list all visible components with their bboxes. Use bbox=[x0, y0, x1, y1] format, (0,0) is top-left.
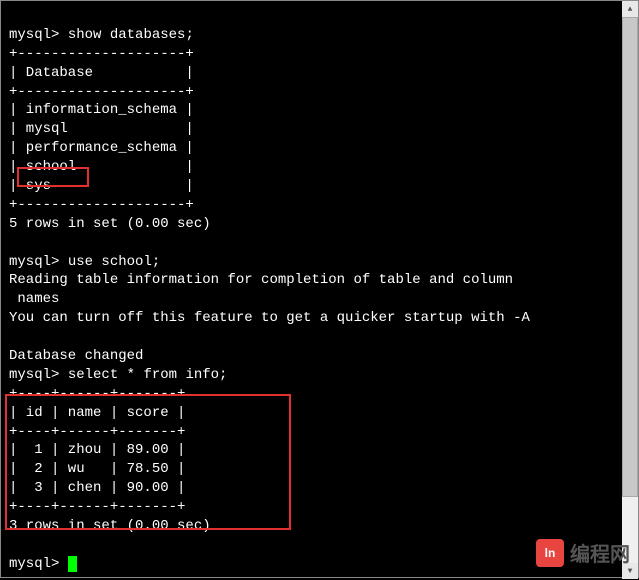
watermark-text: 编程网 bbox=[570, 538, 630, 567]
prompt: mysql> bbox=[9, 254, 59, 270]
table-sep: +----+------+-------+ bbox=[9, 499, 185, 515]
table-row: | 1 | zhou | 89.00 | bbox=[9, 442, 185, 458]
table-sep: +----+------+-------+ bbox=[9, 424, 185, 440]
prompt: mysql> bbox=[9, 556, 59, 572]
db-row: | information_schema | bbox=[9, 102, 194, 118]
table-sep: +--------------------+ bbox=[9, 46, 194, 62]
prompt: mysql> bbox=[9, 367, 59, 383]
scrollbar-thumb[interactable] bbox=[622, 17, 638, 497]
db-row: | performance_schema | bbox=[9, 140, 194, 156]
status-msg: Database changed bbox=[9, 348, 143, 364]
table-sep: +--------------------+ bbox=[9, 197, 194, 213]
status-msg: You can turn off this feature to get a q… bbox=[9, 310, 530, 326]
table-row: | 2 | wu | 78.50 | bbox=[9, 461, 185, 477]
table-sep: +----+------+-------+ bbox=[9, 386, 185, 402]
watermark: ln 编程网 bbox=[536, 538, 630, 567]
prompt: mysql> bbox=[9, 27, 59, 43]
table-row: | 3 | chen | 90.00 | bbox=[9, 480, 185, 496]
status-msg: Reading table information for completion… bbox=[9, 272, 513, 307]
result-summary: 5 rows in set (0.00 sec) bbox=[9, 216, 211, 232]
command-select-info: select * from info; bbox=[68, 367, 228, 383]
db-row: | sys | bbox=[9, 178, 194, 194]
table-header: | Database | bbox=[9, 65, 194, 81]
command-use-school: use school; bbox=[68, 254, 160, 270]
table-header: | id | name | score | bbox=[9, 405, 185, 421]
db-row: | mysql | bbox=[9, 121, 194, 137]
terminal-output: mysql> show databases; +----------------… bbox=[1, 1, 638, 580]
watermark-logo-icon: ln bbox=[536, 539, 564, 567]
table-sep: +--------------------+ bbox=[9, 84, 194, 100]
cursor[interactable] bbox=[68, 556, 77, 572]
scroll-up-arrow-icon[interactable]: ▲ bbox=[622, 1, 638, 17]
command-show-databases: show databases; bbox=[68, 27, 194, 43]
scrollbar[interactable]: ▲ ▼ bbox=[622, 1, 638, 579]
db-row-school: | school | bbox=[9, 159, 194, 175]
result-summary: 3 rows in set (0.00 sec) bbox=[9, 518, 211, 534]
